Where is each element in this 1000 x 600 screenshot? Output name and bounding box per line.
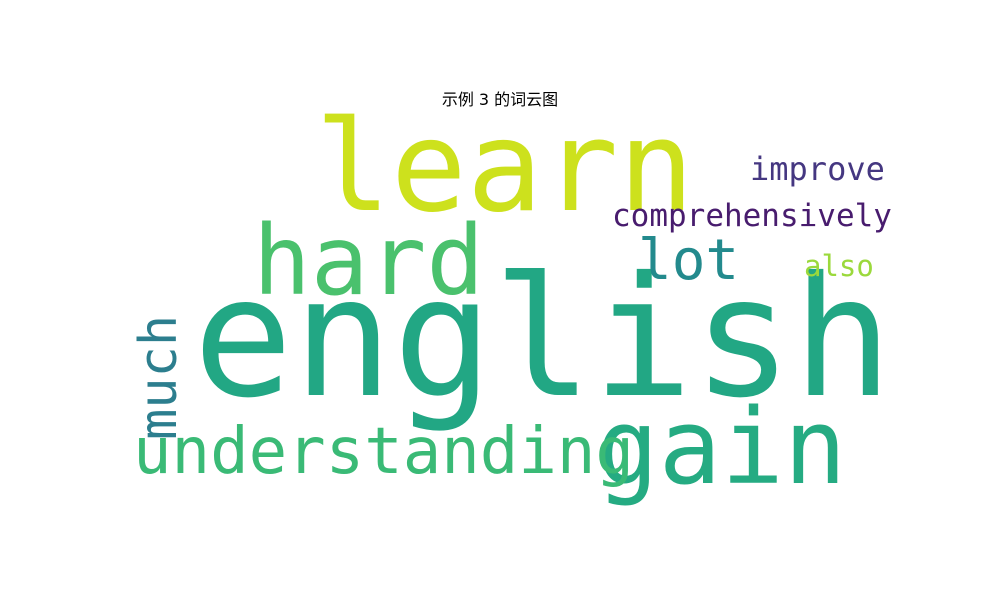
word-also: also: [804, 249, 874, 283]
word-cloud: english learn hard gain understanding mu…: [0, 0, 1000, 600]
word-comprehensively: comprehensively: [612, 198, 892, 234]
word-lot: lot: [638, 228, 740, 293]
word-hard: hard: [253, 205, 485, 317]
word-understanding: understanding: [133, 415, 634, 489]
word-improve: improve: [750, 150, 885, 188]
word-much: much: [129, 314, 189, 440]
